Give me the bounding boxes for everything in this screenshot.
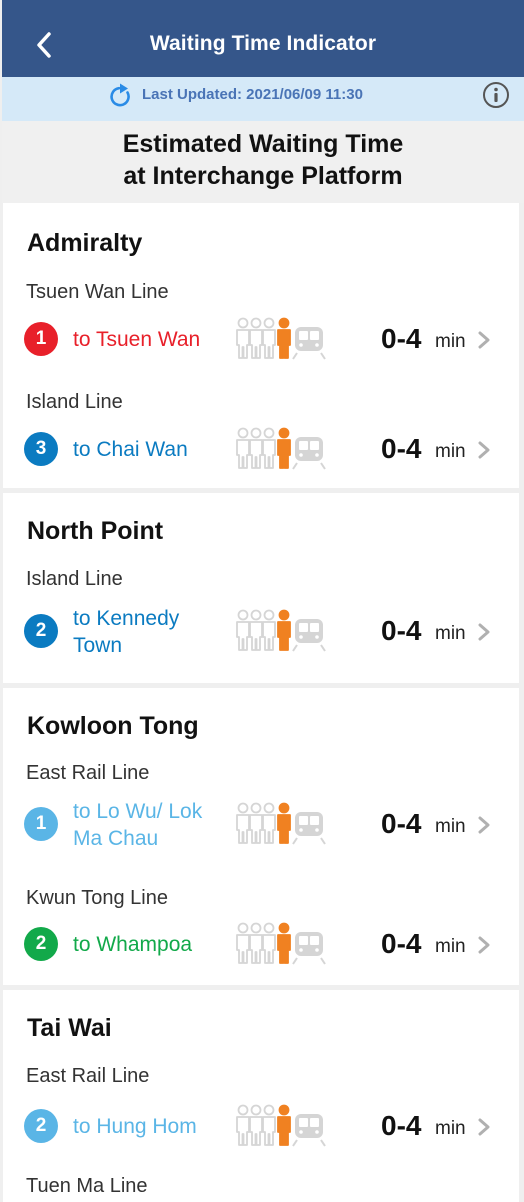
- destination-label: to Lo Wu/ Lok Ma Chau: [73, 800, 203, 850]
- chevron-right-icon: [478, 623, 490, 641]
- chevron-right-icon: [478, 816, 490, 834]
- chevron-right-icon: [478, 936, 490, 954]
- waiting-time-unit: min: [435, 936, 466, 957]
- heading-line-1: Estimated Waiting Time: [122, 130, 404, 158]
- chevron-right-icon: [478, 1118, 490, 1136]
- station-card: Admiralty Tsuen Wan Line 1 to Tsuen Wan: [3, 203, 519, 488]
- refresh-icon[interactable]: [108, 83, 134, 109]
- platform-row[interactable]: 3 to Chai Wan 0-4 min: [3, 423, 519, 475]
- waiting-time-unit: min: [435, 816, 466, 837]
- person-active-icon: [277, 802, 291, 844]
- person-icon: [262, 609, 276, 651]
- chevron-right-icon: [478, 441, 490, 459]
- person-icon: [236, 1104, 250, 1146]
- station-name: Tai Wai: [27, 1014, 112, 1042]
- platform-row[interactable]: 1 to Tsuen Wan 0-4 min: [3, 313, 519, 365]
- platform-badge: 3: [24, 432, 58, 466]
- train-icon: [292, 812, 326, 845]
- waiting-time: 0-4: [381, 433, 422, 464]
- person-icon: [236, 609, 250, 651]
- line-name: East Rail Line: [26, 762, 150, 784]
- last-updated-text: Last Updated: 2021/06/09 11:30: [142, 86, 363, 103]
- station-card: North Point Island Line 2 to Kennedy Town: [3, 493, 519, 683]
- platform-badge: 2: [24, 614, 58, 648]
- platform-badge: 2: [24, 927, 58, 961]
- waiting-time-unit: min: [435, 441, 466, 462]
- person-active-icon: [277, 609, 291, 651]
- station-name: North Point: [27, 517, 164, 545]
- waiting-time: 0-4: [381, 808, 422, 839]
- waiting-time-unit: min: [435, 331, 466, 352]
- train-icon: [292, 327, 326, 360]
- chevron-right-icon: [478, 331, 490, 349]
- platform-row[interactable]: 2 to Hung Hom 0-4 min: [3, 1100, 519, 1152]
- line-name: Tsuen Wan Line: [26, 281, 169, 303]
- train-icon: [292, 619, 326, 652]
- line-name: Tuen Ma Line: [26, 1175, 148, 1197]
- person-icon: [236, 317, 250, 359]
- line-name: Island Line: [26, 391, 123, 413]
- person-icon: [236, 802, 250, 844]
- train-icon: [292, 1114, 326, 1147]
- waiting-time-unit: min: [435, 1118, 466, 1139]
- station-card: Kowloon Tong East Rail Line 1 to Lo Wu/ L…: [3, 688, 519, 985]
- person-active-icon: [277, 922, 291, 964]
- platform-row[interactable]: 1 to Lo Wu/ Lok Ma Chau 0-4 min: [3, 798, 519, 850]
- crowd-level-icon: [236, 317, 326, 360]
- station-name: Kowloon Tong: [27, 712, 199, 740]
- train-icon: [292, 437, 326, 470]
- waiting-time-unit: min: [435, 623, 466, 644]
- person-icon: [236, 922, 250, 964]
- person-icon: [249, 427, 263, 469]
- person-icon: [236, 427, 250, 469]
- crowd-level-icon: [236, 609, 326, 652]
- person-active-icon: [277, 317, 291, 359]
- waiting-time: 0-4: [381, 615, 422, 646]
- destination-label: to Tsuen Wan: [73, 328, 201, 351]
- page-title: Waiting Time Indicator: [149, 32, 377, 55]
- person-icon: [249, 317, 263, 359]
- train-icon: [292, 932, 326, 965]
- platform-badge: 2: [24, 1109, 58, 1143]
- app-header: Waiting Time Indicator: [2, 0, 524, 77]
- person-icon: [262, 922, 276, 964]
- platform-row[interactable]: 2 to Whampoa 0-4 min: [3, 918, 519, 970]
- line-name: East Rail Line: [26, 1065, 150, 1087]
- station-card: Tai Wai East Rail Line 2 to Hung Hom 0-4…: [3, 990, 519, 1202]
- person-icon: [262, 802, 276, 844]
- info-icon[interactable]: [482, 81, 510, 109]
- line-name: Kwun Tong Line: [26, 887, 168, 909]
- destination-label: to Whampoa: [73, 933, 193, 956]
- person-icon: [262, 1104, 276, 1146]
- last-updated-bar: Last Updated: 2021/06/09 11:30: [2, 77, 524, 121]
- destination-label: to Kennedy Town: [73, 607, 180, 657]
- crowd-level-icon: [236, 802, 326, 845]
- crowd-level-icon: [236, 427, 326, 470]
- person-icon: [249, 802, 263, 844]
- person-icon: [262, 427, 276, 469]
- line-name: Island Line: [26, 568, 123, 590]
- destination-label: to Chai Wan: [73, 438, 188, 461]
- platform-badge: 1: [24, 322, 58, 356]
- person-icon: [249, 1104, 263, 1146]
- waiting-time: 0-4: [381, 1110, 422, 1141]
- person-active-icon: [277, 1104, 291, 1146]
- person-icon: [249, 609, 263, 651]
- person-icon: [249, 922, 263, 964]
- crowd-level-icon: [236, 922, 326, 965]
- heading-line-2: at Interchange Platform: [123, 162, 403, 190]
- platform-row[interactable]: 2 to Kennedy Town 0-4 min: [3, 605, 519, 657]
- section-heading: Estimated Waiting Time at Interchange Pl…: [2, 121, 524, 203]
- station-name: Admiralty: [27, 229, 143, 257]
- person-icon: [262, 317, 276, 359]
- waiting-time: 0-4: [381, 928, 422, 959]
- destination-label: to Hung Hom: [73, 1115, 197, 1138]
- crowd-level-icon: [236, 1104, 326, 1147]
- person-active-icon: [277, 427, 291, 469]
- platform-badge: 1: [24, 807, 58, 841]
- waiting-time: 0-4: [381, 323, 422, 354]
